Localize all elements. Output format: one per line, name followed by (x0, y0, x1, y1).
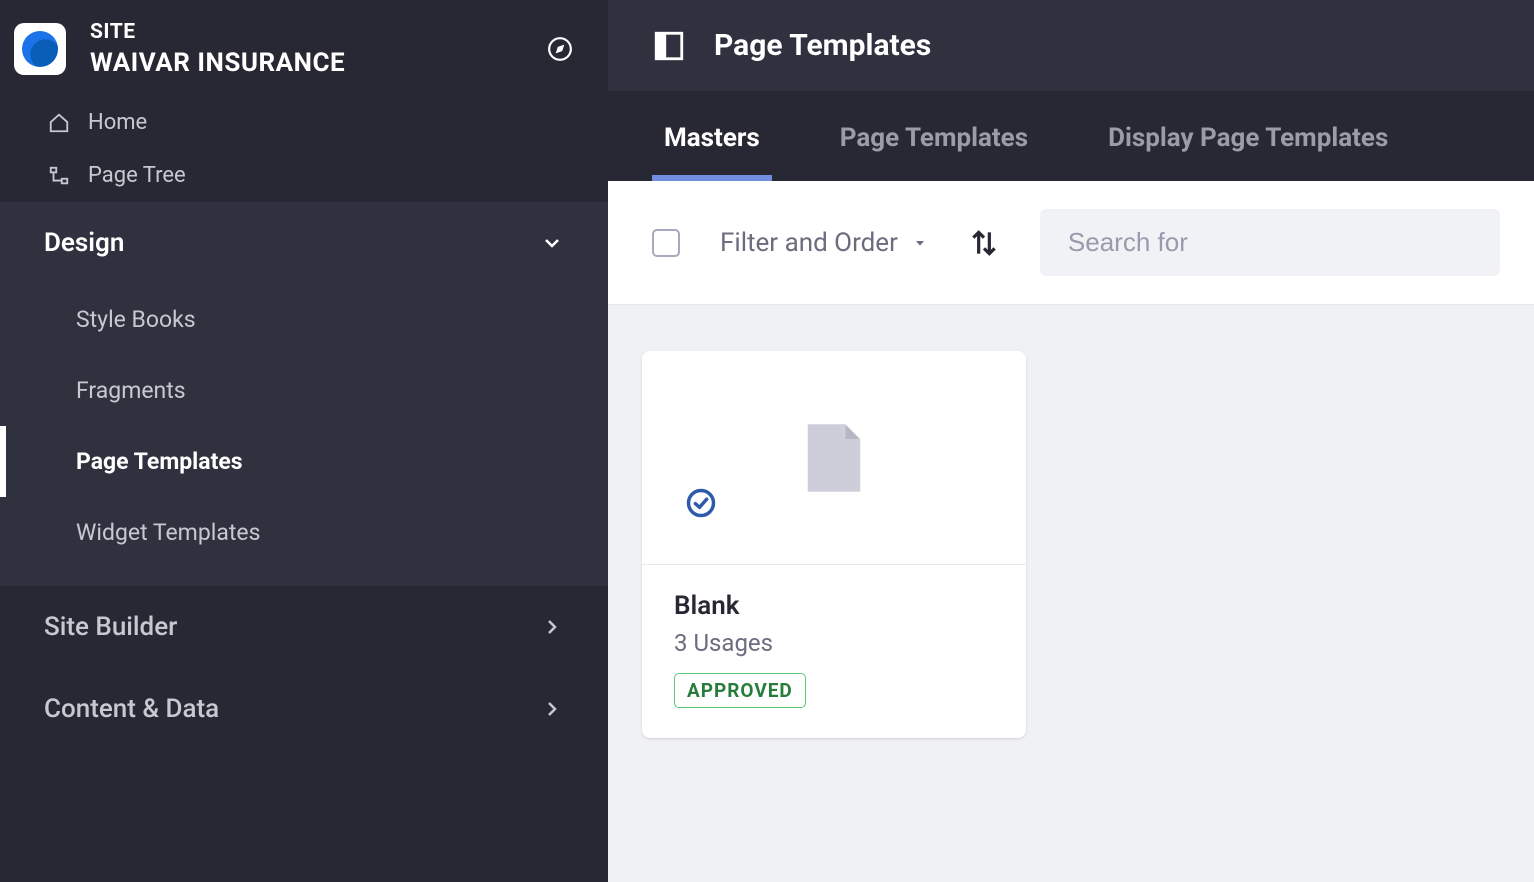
toolbar: Filter and Order (608, 181, 1534, 305)
group-label: Content & Data (44, 694, 219, 724)
titlebar: Page Templates (608, 0, 1534, 91)
page-title: Page Templates (714, 28, 931, 63)
site-info: SITE WAIVAR INSURANCE (90, 20, 540, 78)
sidebar-item-page-templates[interactable]: Page Templates (0, 426, 608, 497)
subitem-label: Fragments (76, 377, 186, 404)
sidebar-group-design[interactable]: Design (0, 202, 608, 284)
main: Page Templates Masters Page Templates Di… (608, 0, 1534, 882)
nav-label: Home (88, 110, 147, 135)
tab-display-page-templates[interactable]: Display Page Templates (1096, 91, 1400, 181)
content-area: Blank 3 Usages APPROVED (608, 305, 1534, 882)
sidebar-item-widget-templates[interactable]: Widget Templates (0, 497, 608, 568)
sort-button[interactable] (968, 227, 1000, 259)
tab-label: Page Templates (840, 123, 1028, 153)
template-name: Blank (674, 591, 994, 621)
sidebar-item-page-tree[interactable]: Page Tree (0, 149, 608, 202)
logo-icon (22, 31, 58, 67)
search-box[interactable] (1040, 209, 1500, 276)
page-templates-icon (652, 29, 686, 63)
compass-button[interactable] (540, 29, 580, 69)
sidebar-header: SITE WAIVAR INSURANCE (0, 10, 608, 96)
file-icon (789, 413, 879, 503)
template-usages: 3 Usages (674, 629, 994, 657)
subitem-label: Widget Templates (76, 519, 260, 546)
card-body: Blank 3 Usages APPROVED (642, 565, 1026, 738)
subitem-label: Page Templates (76, 448, 243, 475)
card-preview (642, 351, 1026, 565)
group-label: Design (44, 228, 124, 258)
app-logo[interactable] (14, 23, 66, 75)
sidebar-item-style-books[interactable]: Style Books (0, 284, 608, 355)
design-subitems: Style Books Fragments Page Templates Wid… (0, 284, 608, 586)
approved-check-icon (686, 488, 716, 518)
tabs-bar: Masters Page Templates Display Page Temp… (608, 91, 1534, 181)
subitem-label: Style Books (76, 306, 196, 333)
chevron-right-icon (540, 697, 564, 721)
site-name: WAIVAR INSURANCE (90, 48, 540, 78)
tab-page-templates[interactable]: Page Templates (828, 91, 1040, 181)
select-all-checkbox[interactable] (652, 229, 680, 257)
tree-icon (48, 165, 70, 187)
search-input[interactable] (1068, 227, 1472, 258)
sidebar-group-content-data[interactable]: Content & Data (0, 668, 608, 750)
sidebar: SITE WAIVAR INSURANCE Home Page Tree Des… (0, 0, 608, 882)
status-badge: APPROVED (674, 673, 806, 708)
caret-down-icon (912, 235, 928, 251)
nav-label: Page Tree (88, 163, 186, 188)
sidebar-item-fragments[interactable]: Fragments (0, 355, 608, 426)
tab-label: Display Page Templates (1108, 123, 1388, 153)
home-icon (48, 112, 70, 134)
group-label: Site Builder (44, 612, 177, 642)
compass-icon (547, 36, 573, 62)
sidebar-item-home[interactable]: Home (0, 96, 608, 149)
tab-label: Masters (664, 123, 760, 153)
template-card[interactable]: Blank 3 Usages APPROVED (642, 351, 1026, 738)
sort-arrows-icon (968, 227, 1000, 259)
site-label: SITE (90, 20, 540, 44)
filter-order-button[interactable]: Filter and Order (720, 228, 928, 258)
filter-label: Filter and Order (720, 228, 898, 258)
tab-masters[interactable]: Masters (652, 91, 772, 181)
sidebar-group-site-builder[interactable]: Site Builder (0, 586, 608, 668)
chevron-down-icon (540, 231, 564, 255)
chevron-right-icon (540, 615, 564, 639)
